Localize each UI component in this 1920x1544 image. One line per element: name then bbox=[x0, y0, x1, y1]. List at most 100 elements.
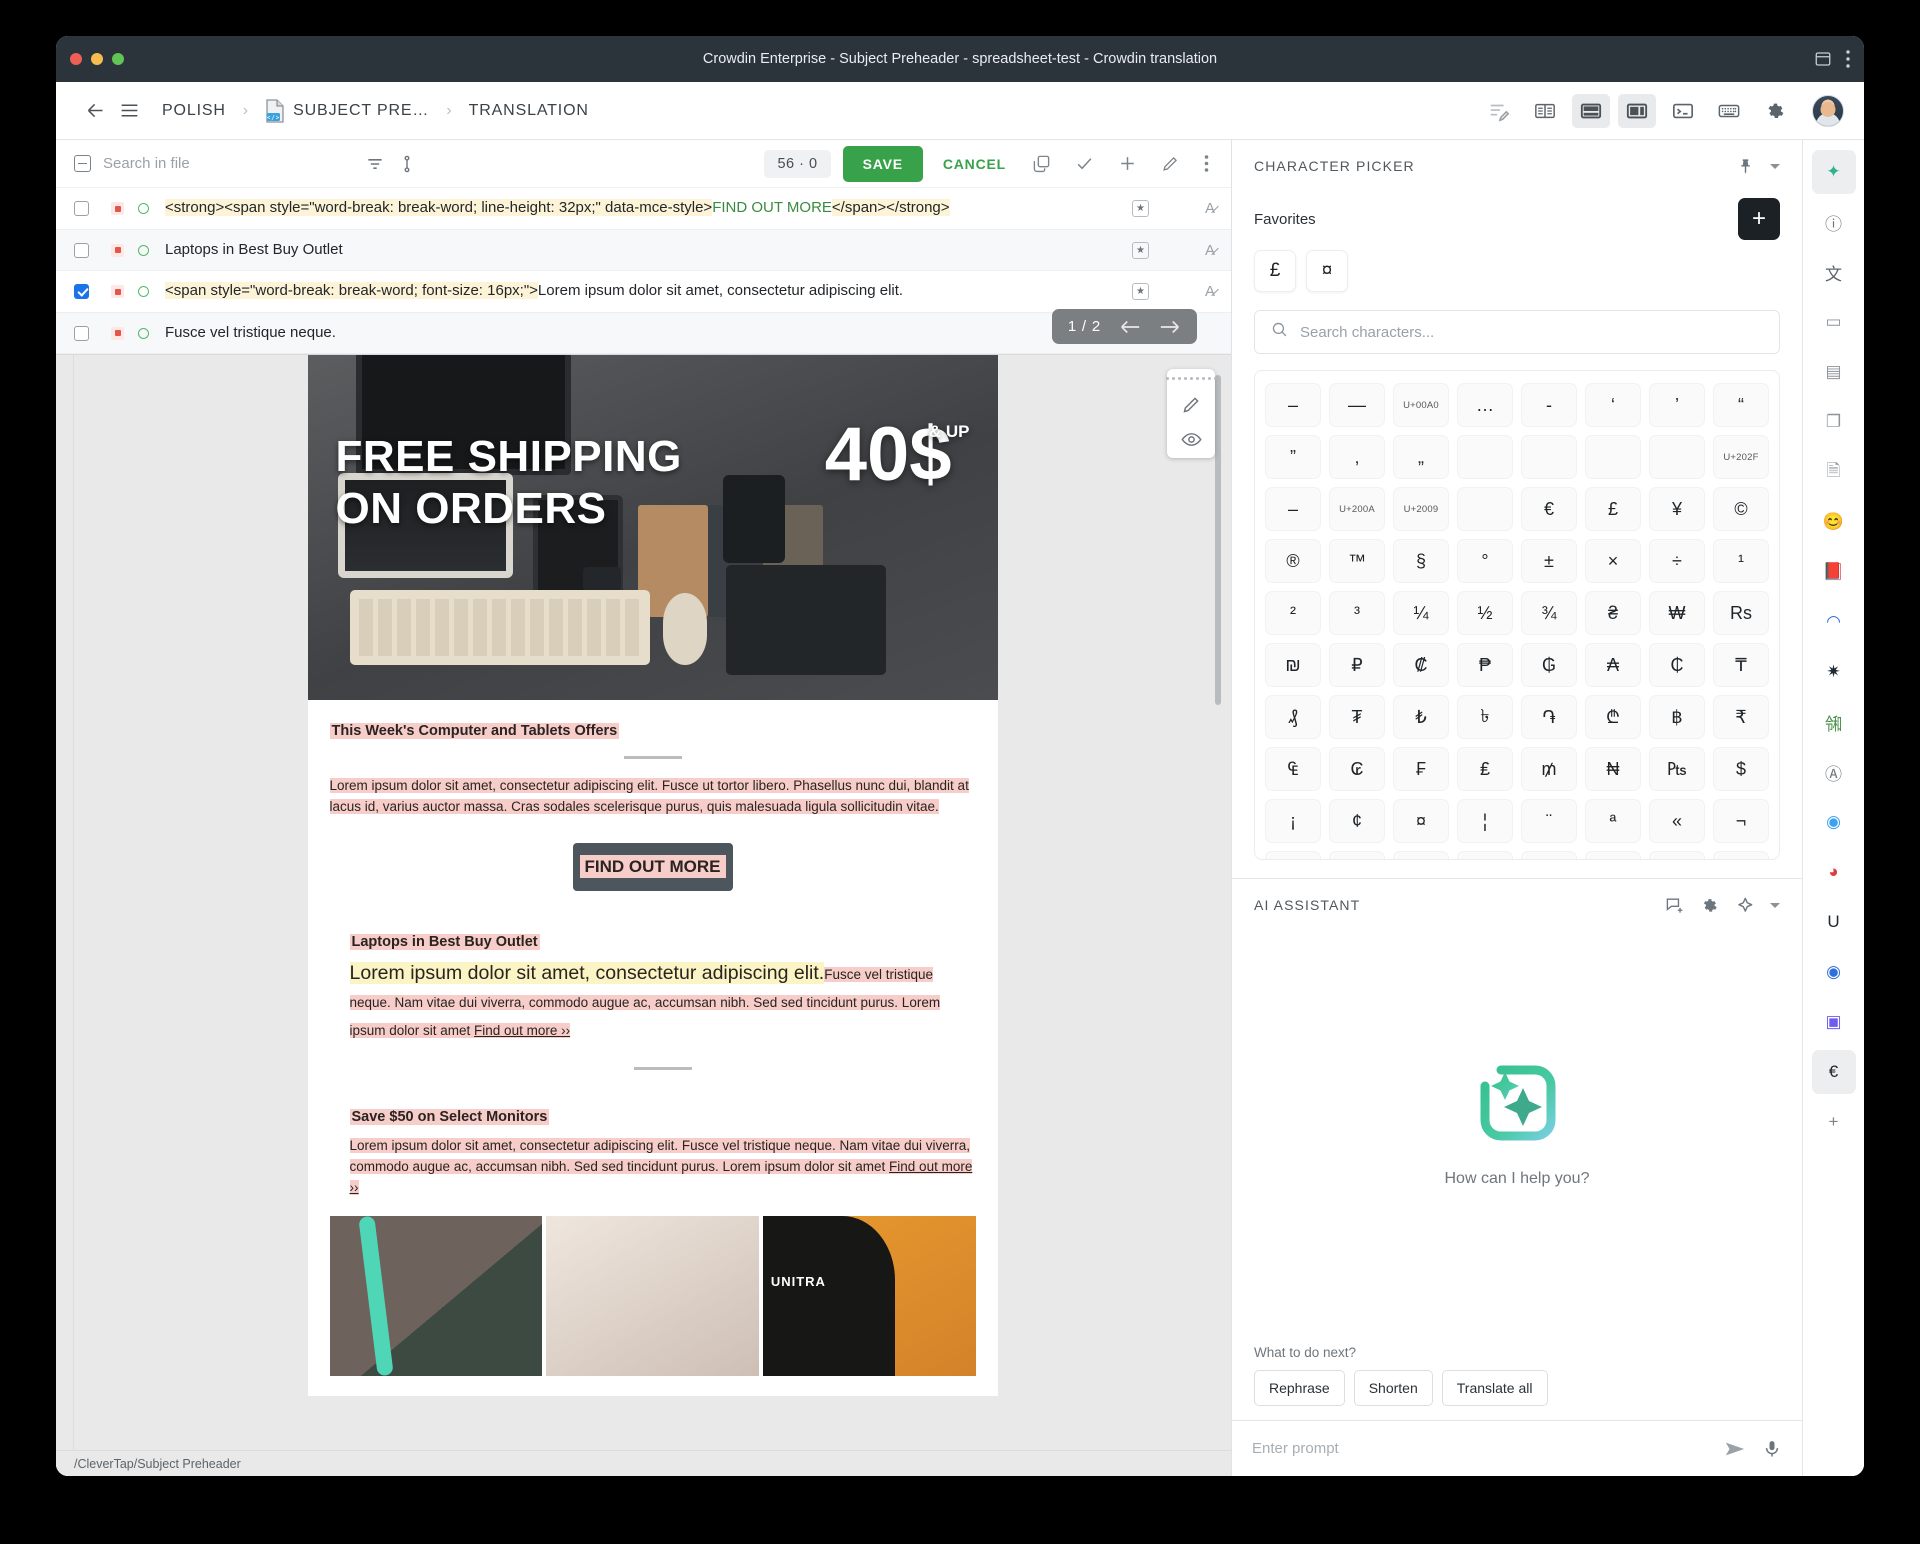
string-source-text[interactable]: Laptops in Best Buy Outlet bbox=[165, 240, 1132, 261]
character-cell[interactable]: U+2009 bbox=[1393, 487, 1449, 531]
ai-prompt-input[interactable] bbox=[1252, 1440, 1708, 1457]
character-cell[interactable] bbox=[1585, 435, 1641, 479]
character-cell[interactable]: ₦ bbox=[1585, 747, 1641, 791]
character-cell[interactable]: ₪ bbox=[1265, 643, 1321, 687]
pin-icon[interactable] bbox=[1737, 158, 1754, 175]
character-cell[interactable] bbox=[1265, 851, 1321, 859]
row-checkbox[interactable] bbox=[74, 242, 89, 258]
gear-icon[interactable] bbox=[1756, 94, 1794, 128]
row-checkbox[interactable] bbox=[74, 284, 89, 299]
add-plugin-icon[interactable]: + bbox=[1812, 1100, 1856, 1144]
table-row[interactable]: <strong><span style="word-break: break-w… bbox=[56, 188, 1231, 230]
table-row[interactable]: <span style="word-break: break-word; fon… bbox=[56, 271, 1231, 313]
comments-icon[interactable]: ▭ bbox=[1812, 300, 1856, 344]
character-cell[interactable]: · bbox=[1585, 851, 1641, 859]
character-cell[interactable]: ₡ bbox=[1393, 643, 1449, 687]
character-cell[interactable]: Rs bbox=[1713, 591, 1769, 635]
character-cell[interactable]: ¸ bbox=[1649, 851, 1705, 859]
google-translate-icon[interactable]: ㋿ bbox=[1812, 700, 1856, 744]
character-cell[interactable]: ₢ bbox=[1329, 747, 1385, 791]
character-cell[interactable]: ¯ bbox=[1329, 851, 1385, 859]
character-search-input[interactable] bbox=[1300, 323, 1763, 341]
character-picker-icon[interactable]: € bbox=[1811, 1050, 1856, 1094]
context-icon[interactable]: ★ bbox=[1132, 200, 1149, 217]
character-cell[interactable]: ₰ bbox=[1265, 695, 1321, 739]
character-cell[interactable]: „ bbox=[1393, 435, 1449, 479]
minimize-window-button[interactable] bbox=[91, 53, 103, 65]
character-cell[interactable]: ‒ bbox=[1265, 487, 1321, 531]
row-checkbox[interactable] bbox=[74, 201, 89, 216]
ai-sparkle-icon[interactable] bbox=[1735, 896, 1754, 915]
qa-check-icon[interactable]: A̷ bbox=[1205, 283, 1215, 300]
character-cell[interactable]: … bbox=[1457, 383, 1513, 427]
ai-suggestion-translate-all[interactable]: Translate all bbox=[1441, 1370, 1548, 1406]
save-button[interactable]: SAVE bbox=[842, 145, 923, 182]
file-context-icon[interactable]: 🗎 bbox=[1812, 450, 1856, 494]
character-cell[interactable]: ₲ bbox=[1521, 643, 1577, 687]
character-cell[interactable]: U+200A bbox=[1329, 487, 1385, 531]
microphone-icon[interactable] bbox=[1762, 1439, 1782, 1459]
terminal-icon[interactable] bbox=[1664, 94, 1702, 128]
amazon-translate-icon[interactable]: Ⓐ bbox=[1812, 750, 1856, 794]
character-cell[interactable]: ₤ bbox=[1457, 747, 1513, 791]
workflow-icon[interactable] bbox=[397, 154, 417, 174]
more-options-icon[interactable] bbox=[1198, 154, 1215, 173]
preview-eye-icon[interactable] bbox=[1180, 429, 1202, 450]
character-cell[interactable]: ฿ bbox=[1649, 695, 1705, 739]
translate-icon[interactable]: 文 bbox=[1812, 250, 1856, 294]
character-cell[interactable] bbox=[1457, 435, 1513, 479]
emoji-icon[interactable]: 😊 bbox=[1812, 500, 1856, 544]
character-cell[interactable]: ® bbox=[1265, 539, 1321, 583]
character-cell[interactable]: ¼ bbox=[1393, 591, 1449, 635]
character-cell[interactable]: ¦ bbox=[1457, 799, 1513, 843]
character-cell[interactable]: ´ bbox=[1393, 851, 1449, 859]
preview-edit-icon[interactable] bbox=[1181, 394, 1202, 415]
character-cell[interactable]: ₥ bbox=[1521, 747, 1577, 791]
close-window-button[interactable] bbox=[70, 53, 82, 65]
character-cell[interactable]: ÷ bbox=[1649, 539, 1705, 583]
character-cell[interactable]: ₴ bbox=[1585, 591, 1641, 635]
preview-scroll[interactable]: FREE SHIPPING ON ORDERS 40$ & UP This We… bbox=[74, 355, 1231, 1450]
character-cell[interactable]: ₵ bbox=[1649, 643, 1705, 687]
character-cell[interactable]: ₮ bbox=[1329, 695, 1385, 739]
cancel-button[interactable]: CANCEL bbox=[935, 146, 1014, 182]
character-cell[interactable]: × bbox=[1585, 539, 1641, 583]
new-chat-icon[interactable] bbox=[1665, 896, 1684, 915]
eye-preview-icon[interactable]: ◉ bbox=[1812, 950, 1856, 994]
character-cell[interactable]: ‚ bbox=[1329, 435, 1385, 479]
character-cell[interactable]: $ bbox=[1713, 747, 1769, 791]
ai-suggestion-rephrase[interactable]: Rephrase bbox=[1254, 1370, 1345, 1406]
character-cell[interactable]: - bbox=[1521, 383, 1577, 427]
copy-source-icon[interactable] bbox=[1026, 154, 1057, 173]
character-cell[interactable]: ’ bbox=[1649, 383, 1705, 427]
character-cell[interactable]: £ bbox=[1585, 487, 1641, 531]
character-cell[interactable]: ₽ bbox=[1329, 643, 1385, 687]
character-cell[interactable]: ₩ bbox=[1649, 591, 1705, 635]
filter-icon[interactable] bbox=[365, 154, 385, 174]
ai-suggestion-shorten[interactable]: Shorten bbox=[1353, 1370, 1433, 1406]
maximize-window-button[interactable] bbox=[112, 53, 124, 65]
character-cell[interactable]: — bbox=[1329, 383, 1385, 427]
prev-page-button[interactable] bbox=[1119, 319, 1141, 335]
character-cell[interactable]: ֏ bbox=[1521, 695, 1577, 739]
character-cell[interactable]: U+00A0 bbox=[1393, 383, 1449, 427]
qa-check-icon[interactable]: A̷ bbox=[1205, 242, 1215, 259]
character-cell[interactable]: ¤ bbox=[1393, 799, 1449, 843]
layout-side-icon[interactable] bbox=[1618, 93, 1656, 128]
character-cell[interactable]: “ bbox=[1713, 383, 1769, 427]
breadcrumb-language[interactable]: POLISH bbox=[162, 102, 226, 120]
character-cell[interactable]: ª bbox=[1585, 799, 1641, 843]
browser-frame-icon[interactable]: ▣ bbox=[1812, 1000, 1856, 1044]
ai-sparkle-icon[interactable]: ✦ bbox=[1811, 150, 1856, 194]
character-cell[interactable]: ¹ bbox=[1713, 539, 1769, 583]
character-cell[interactable]: ” bbox=[1265, 435, 1321, 479]
breadcrumb-file[interactable]: </> SUBJECT PRE… bbox=[265, 98, 429, 123]
character-cell[interactable]: ½ bbox=[1457, 591, 1513, 635]
info-icon[interactable]: ⓘ bbox=[1812, 200, 1856, 244]
character-cell[interactable]: © bbox=[1713, 487, 1769, 531]
color-wheel-icon[interactable]: ◕ bbox=[1812, 850, 1856, 894]
character-cell[interactable]: º bbox=[1713, 851, 1769, 859]
unicode-icon[interactable]: U bbox=[1812, 900, 1856, 944]
character-cell[interactable]: ™ bbox=[1329, 539, 1385, 583]
layout-stacked-icon[interactable] bbox=[1572, 93, 1610, 128]
